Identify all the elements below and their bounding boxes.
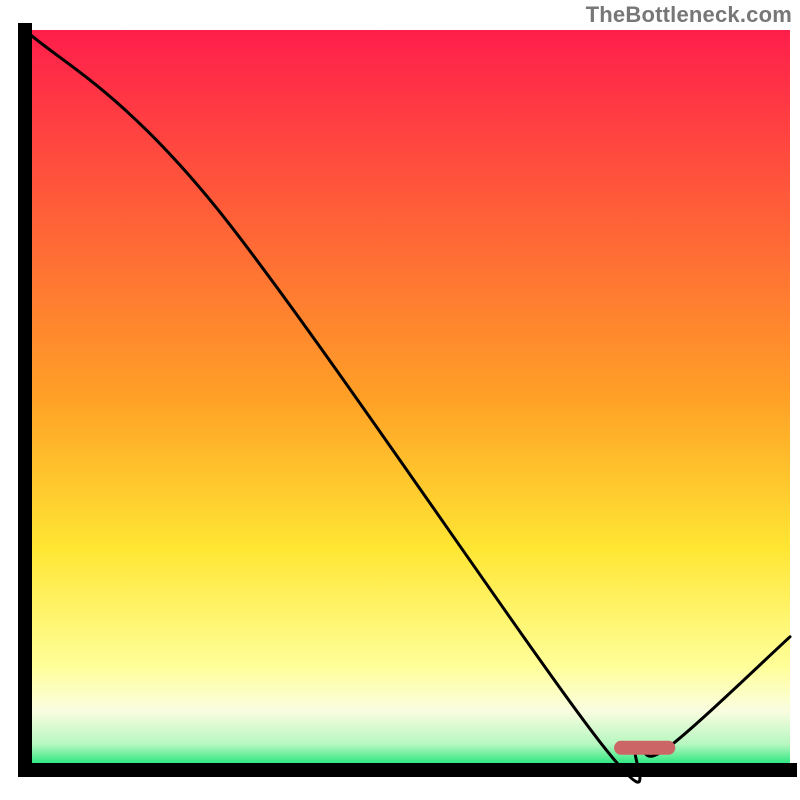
optimal-range-marker [614,741,675,755]
bottleneck-chart [0,0,800,800]
watermark-text: TheBottleneck.com [586,2,792,28]
gradient-background [25,30,790,770]
chart-container: TheBottleneck.com [0,0,800,800]
